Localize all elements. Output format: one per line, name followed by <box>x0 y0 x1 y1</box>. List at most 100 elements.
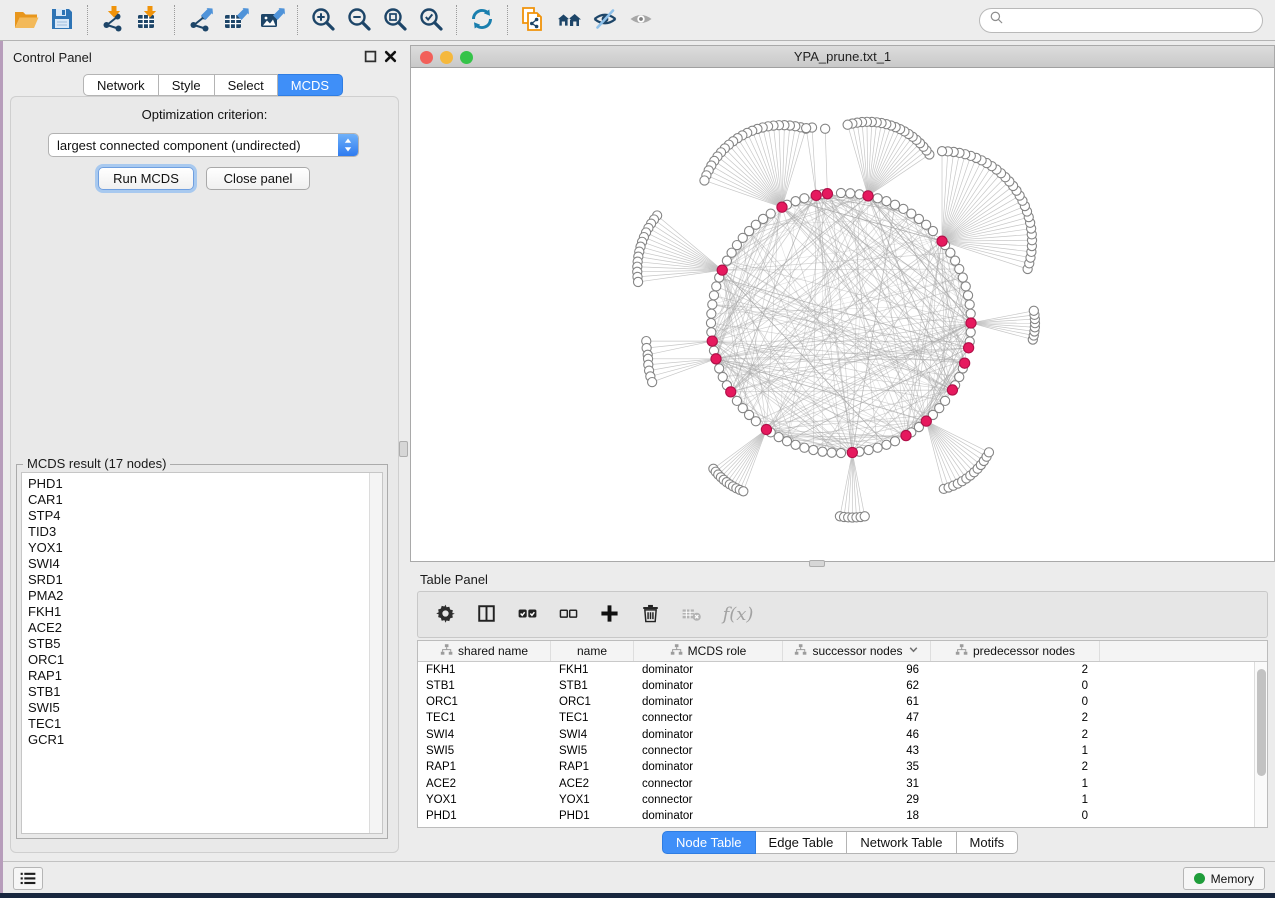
mcds-hub-node[interactable] <box>901 430 911 440</box>
table-row[interactable]: TEC1TEC1connector472 <box>418 711 1267 727</box>
tab-edge-table[interactable]: Edge Table <box>756 831 848 854</box>
column-header-MCDS-role[interactable]: MCDS role <box>634 641 783 661</box>
horizontal-split-handle[interactable] <box>809 560 825 567</box>
hide-selected-button[interactable] <box>587 4 623 36</box>
mcds-hub-node[interactable] <box>707 336 717 346</box>
tab-network[interactable]: Network <box>83 74 159 96</box>
ring-node[interactable] <box>751 417 760 426</box>
mcds-result-item[interactable]: YOX1 <box>22 540 382 556</box>
mcds-result-item[interactable]: PHD1 <box>22 476 382 492</box>
leaf-node[interactable] <box>700 176 709 185</box>
ring-node[interactable] <box>955 264 964 273</box>
column-header-name[interactable]: name <box>551 641 634 661</box>
ring-node[interactable] <box>955 372 964 381</box>
show-all-button[interactable] <box>623 4 659 36</box>
ring-node[interactable] <box>791 440 800 449</box>
tab-network-table[interactable]: Network Table <box>847 831 956 854</box>
column-header-shared-name[interactable]: shared name <box>418 641 551 661</box>
search-input[interactable] <box>1009 13 1253 28</box>
close-window-icon[interactable] <box>420 51 433 64</box>
ring-node[interactable] <box>836 448 845 457</box>
tab-style[interactable]: Style <box>159 74 215 96</box>
import-table-button[interactable] <box>131 4 167 36</box>
table-scrollbar[interactable] <box>1254 662 1267 827</box>
import-network-button[interactable] <box>95 4 131 36</box>
close-panel-icon[interactable] <box>384 50 397 63</box>
mcds-hub-node[interactable] <box>964 343 974 353</box>
minimize-window-icon[interactable] <box>440 51 453 64</box>
ring-node[interactable] <box>718 372 727 381</box>
task-history-button[interactable] <box>13 867 43 890</box>
mcds-result-item[interactable]: TEC1 <box>22 716 382 732</box>
mcds-result-item[interactable]: PMA2 <box>22 588 382 604</box>
refresh-layout-button[interactable] <box>464 4 500 36</box>
select-all-button[interactable] <box>514 602 540 628</box>
ring-node[interactable] <box>707 328 716 337</box>
mcds-hub-node[interactable] <box>711 354 721 364</box>
ring-node[interactable] <box>782 437 791 446</box>
criterion-dropdown[interactable]: largest connected component (undirected) <box>48 133 359 157</box>
table-row[interactable]: PHD1PHD1dominator180 <box>418 809 1267 825</box>
column-header-successor-nodes[interactable]: successor nodes <box>783 641 931 661</box>
table-row[interactable]: RAP1RAP1dominator352 <box>418 760 1267 776</box>
zoom-in-button[interactable] <box>305 4 341 36</box>
table-scrollbar-thumb[interactable] <box>1257 669 1266 776</box>
mcds-hub-node[interactable] <box>937 236 947 246</box>
run-mcds-button[interactable]: Run MCDS <box>98 167 194 190</box>
table-row[interactable]: SWI4SWI4dominator462 <box>418 727 1267 743</box>
mcds-hub-node[interactable] <box>726 387 736 397</box>
ring-node[interactable] <box>961 282 970 291</box>
memory-button[interactable]: Memory <box>1183 867 1265 890</box>
mcds-hub-node[interactable] <box>777 202 787 212</box>
gear-button[interactable] <box>432 602 458 628</box>
leaf-node[interactable] <box>739 487 748 496</box>
mcds-result-item[interactable]: SRD1 <box>22 572 382 588</box>
ring-node[interactable] <box>899 204 908 213</box>
table-row[interactable]: ORC1ORC1dominator610 <box>418 695 1267 711</box>
ring-node[interactable] <box>774 432 783 441</box>
ring-node[interactable] <box>958 273 967 282</box>
mcds-hub-node[interactable] <box>847 447 857 457</box>
leaf-node[interactable] <box>633 277 642 286</box>
ring-node[interactable] <box>873 194 882 203</box>
open-file-button[interactable] <box>8 4 44 36</box>
ring-node[interactable] <box>940 396 949 405</box>
leaf-node[interactable] <box>1029 306 1038 315</box>
ring-node[interactable] <box>707 309 716 318</box>
ring-node[interactable] <box>882 440 891 449</box>
ring-node[interactable] <box>890 200 899 209</box>
mcds-hub-node[interactable] <box>966 318 976 328</box>
ring-node[interactable] <box>706 318 715 327</box>
network-window-titlebar[interactable]: YPA_prune.txt_1 <box>411 46 1274 68</box>
leaf-node[interactable] <box>802 124 811 133</box>
tab-mcds[interactable]: MCDS <box>278 74 343 96</box>
ring-node[interactable] <box>800 443 809 452</box>
mcds-result-item[interactable]: STB5 <box>22 636 382 652</box>
leaf-node[interactable] <box>937 147 946 156</box>
mcds-result-item[interactable]: ORC1 <box>22 652 382 668</box>
ring-node[interactable] <box>890 437 899 446</box>
mcds-result-item[interactable]: CAR1 <box>22 492 382 508</box>
leaf-node[interactable] <box>648 377 657 386</box>
leaf-node[interactable] <box>860 512 869 521</box>
columns-button[interactable] <box>473 602 499 628</box>
network-canvas[interactable] <box>411 68 1274 561</box>
table-row[interactable]: YOX1YOX1connector291 <box>418 792 1267 808</box>
first-neighbors-button[interactable] <box>551 4 587 36</box>
export-table-button[interactable] <box>218 4 254 36</box>
leaf-node[interactable] <box>984 448 993 457</box>
ring-node[interactable] <box>712 282 721 291</box>
mcds-hub-node[interactable] <box>863 191 873 201</box>
leaf-node[interactable] <box>843 120 852 129</box>
maximize-window-icon[interactable] <box>460 51 473 64</box>
mcds-result-item[interactable]: TID3 <box>22 524 382 540</box>
ring-node[interactable] <box>800 194 809 203</box>
ring-node[interactable] <box>966 309 975 318</box>
mcds-hub-node[interactable] <box>761 424 771 434</box>
ring-node[interactable] <box>966 328 975 337</box>
ring-node[interactable] <box>809 445 818 454</box>
mcds-result-item[interactable]: ACE2 <box>22 620 382 636</box>
leaf-node[interactable] <box>821 124 830 133</box>
mcds-hub-node[interactable] <box>822 189 832 199</box>
ring-node[interactable] <box>708 300 717 309</box>
